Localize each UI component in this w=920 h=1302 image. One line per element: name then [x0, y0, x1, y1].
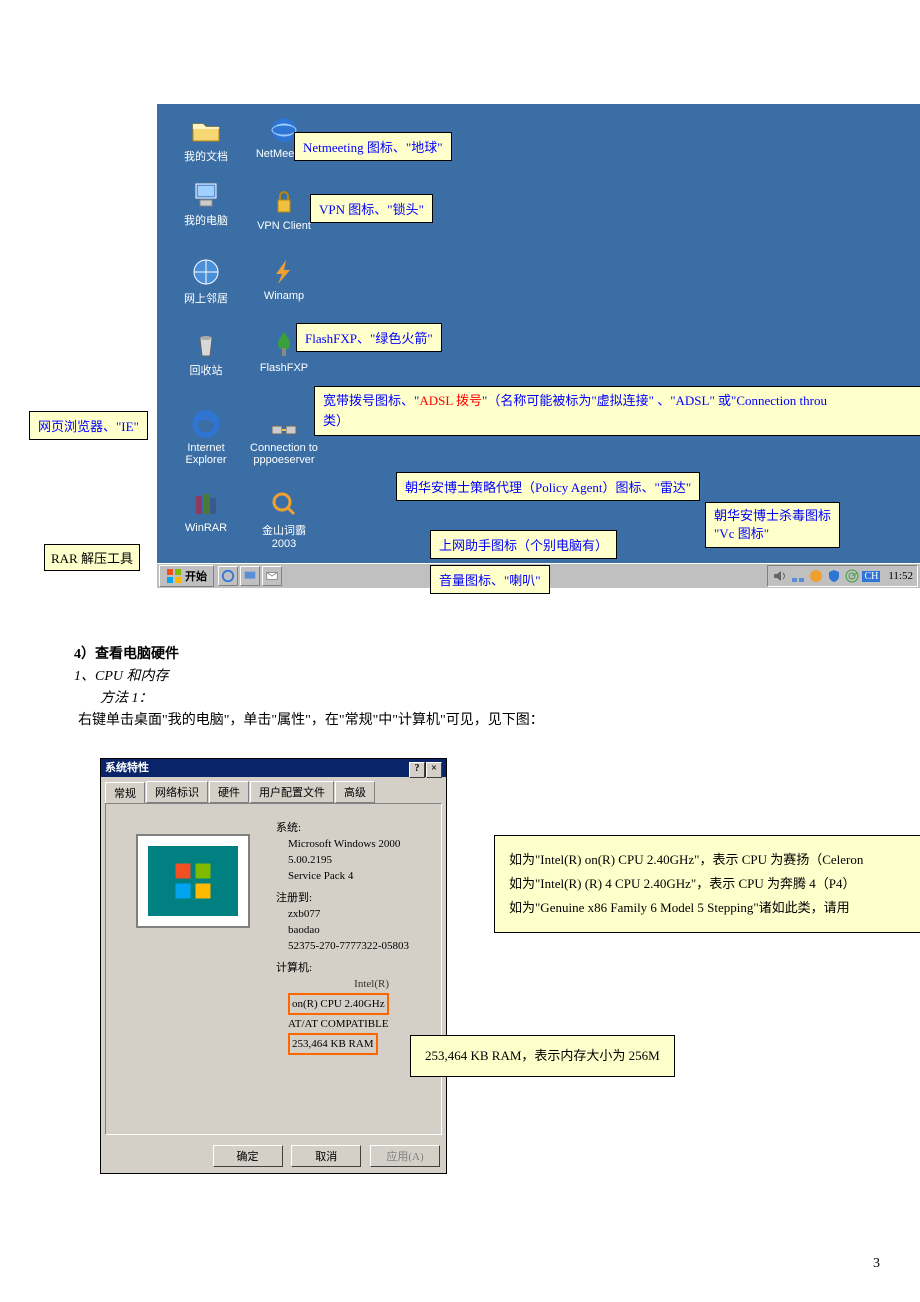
tab-user-profiles[interactable]: 用户配置文件: [250, 781, 334, 803]
language-indicator[interactable]: CH: [862, 571, 880, 582]
dialog-tabs: 常规 网络标识 硬件 用户配置文件 高级: [105, 781, 442, 803]
icon-label: FlashFXP: [249, 362, 319, 374]
lightning-icon: [268, 256, 300, 288]
callout-volume: 音量图标、"喇叭": [430, 565, 550, 594]
cancel-button[interactable]: 取消: [291, 1145, 361, 1167]
icon-label: 金山词霸 2003: [249, 522, 319, 550]
icon-label: 网上邻居: [171, 290, 241, 306]
system-info: 系统: Microsoft Windows 2000 5.00.2195 Ser…: [276, 814, 409, 1056]
callout-policy-agent: 朝华安博士策略代理（Policy Agent）图标、"雷达": [396, 472, 700, 501]
trash-icon: [190, 328, 222, 360]
label-computer: 计算机:: [276, 960, 409, 976]
callout-adsl: 宽带拨号图标、"ADSL 拨号"（名称可能被标为"虚拟连接" 、"ADSL" 或…: [314, 386, 920, 436]
quick-launch: [218, 566, 282, 586]
desktop-icon-jinshan[interactable]: 金山词霸 2003: [249, 488, 319, 550]
desktop-icon-recycle-bin[interactable]: 回收站: [171, 328, 241, 378]
system-tray: CH 11:52: [767, 565, 918, 587]
tab-hardware[interactable]: 硬件: [209, 781, 249, 803]
icon-label: WinRAR: [171, 522, 241, 534]
info-line: AT/AT COMPATIBLE: [288, 1016, 409, 1032]
network-tray-icon[interactable]: [790, 568, 806, 584]
icon-label: VPN Client: [249, 220, 319, 232]
tab-general[interactable]: 常规: [105, 782, 145, 804]
highlight-cpu: on(R) CPU 2.40GHz: [288, 993, 389, 1015]
info-line: baodao: [288, 922, 409, 938]
label-system: 系统:: [276, 820, 409, 836]
windows-logo-icon: [173, 861, 213, 901]
globe-icon: [190, 256, 222, 288]
tab-network-id[interactable]: 网络标识: [146, 781, 208, 803]
callout-cpu-explanation: 如为"Intel(R) on(R) CPU 2.40GHz"，表示 CPU 为赛…: [494, 835, 920, 933]
info-line: Service Pack 4: [288, 868, 409, 884]
help-button[interactable]: ?: [409, 762, 425, 778]
titlebar-buttons: ?×: [408, 759, 442, 777]
system-properties-dialog: 系统特性 ?× 常规 网络标识 硬件 用户配置文件 高级 系统: Microso…: [100, 758, 447, 1174]
icon-label: 我的文档: [171, 148, 241, 164]
desktop-icon-ie[interactable]: Internet Explorer: [171, 408, 241, 466]
desktop-icon-network[interactable]: 网上邻居: [171, 256, 241, 306]
heading-hardware: 4）查看电脑硬件: [74, 643, 179, 663]
info-line: 52375-270-7777322-05803: [288, 938, 409, 954]
lock-icon: [268, 186, 300, 218]
callout-ram-explanation: 253,464 KB RAM，表示内存大小为 256M: [410, 1035, 675, 1077]
info-line: Intel(R): [288, 976, 409, 992]
folder-icon: [190, 114, 222, 146]
ie-icon: [190, 408, 222, 440]
info-line: Microsoft Windows 2000: [288, 836, 409, 852]
info-line: zxb077: [288, 906, 409, 922]
label-registered: 注册到:: [276, 890, 409, 906]
quick-launch-ie[interactable]: [218, 566, 238, 586]
computer-icon: [190, 178, 222, 210]
apply-button[interactable]: 应用(A): [370, 1145, 440, 1167]
quick-launch-outlook[interactable]: [262, 566, 282, 586]
connection-icon: [268, 408, 300, 440]
icon-label: 回收站: [171, 362, 241, 378]
callout-netmeeting: Netmeeting 图标、"地球": [294, 132, 452, 161]
helper-tray-icon[interactable]: [808, 568, 824, 584]
highlight-ram: 253,464 KB RAM: [288, 1033, 378, 1055]
dictionary-icon: [268, 488, 300, 520]
desktop-icon-my-documents[interactable]: 我的文档: [171, 114, 241, 164]
callout-rar: RAR 解压工具: [44, 544, 140, 571]
callout-helper: 上网助手图标（个别电脑有）: [430, 530, 617, 559]
callout-vpn: VPN 图标、"锁头": [310, 194, 433, 223]
close-button[interactable]: ×: [426, 762, 442, 778]
start-label: 开始: [185, 568, 207, 584]
books-icon: [190, 488, 222, 520]
radar-tray-icon[interactable]: [844, 568, 860, 584]
desktop-icon-my-computer[interactable]: 我的电脑: [171, 178, 241, 228]
desktop-icon-pppoe[interactable]: Connection to pppoeserver: [249, 408, 319, 466]
dialog-buttons: 确定 取消 应用(A): [101, 1139, 446, 1173]
dialog-titlebar: 系统特性 ?×: [101, 759, 446, 777]
dialog-panel: 系统: Microsoft Windows 2000 5.00.2195 Ser…: [105, 803, 442, 1135]
callout-flashfxp: FlashFXP、"绿色火箭": [296, 323, 442, 352]
volume-icon[interactable]: [772, 568, 788, 584]
callout-vc: 朝华安博士杀毒图标"Vc 图标": [705, 502, 840, 548]
windows-logo-icon: [166, 568, 182, 584]
icon-label: Connection to pppoeserver: [249, 442, 319, 466]
desktop-icon-winrar[interactable]: WinRAR: [171, 488, 241, 534]
page-number: 3: [873, 1256, 880, 1272]
quick-launch-desktop[interactable]: [240, 566, 260, 586]
heading-method1: 方法 1：: [100, 687, 153, 707]
info-line: 5.00.2195: [288, 852, 409, 868]
callout-ie: 网页浏览器、"IE": [29, 411, 148, 440]
start-button[interactable]: 开始: [159, 565, 214, 587]
icon-label: 我的电脑: [171, 212, 241, 228]
text-method1-desc: 右键单击桌面"我的电脑"，单击"属性"，在"常规"中"计算机"可见，见下图：: [78, 709, 544, 729]
tab-advanced[interactable]: 高级: [335, 781, 375, 803]
icon-label: Winamp: [249, 290, 319, 302]
ok-button[interactable]: 确定: [213, 1145, 283, 1167]
icon-label: Internet Explorer: [171, 442, 241, 466]
desktop-icon-winamp[interactable]: Winamp: [249, 256, 319, 302]
monitor-graphic: [136, 834, 250, 928]
desktop-icon-vpn-client[interactable]: VPN Client: [249, 186, 319, 232]
dialog-title: 系统特性: [105, 759, 149, 777]
heading-cpu-mem: 1、CPU 和内存: [74, 665, 169, 685]
shield-tray-icon[interactable]: [826, 568, 842, 584]
clock: 11:52: [888, 570, 913, 582]
